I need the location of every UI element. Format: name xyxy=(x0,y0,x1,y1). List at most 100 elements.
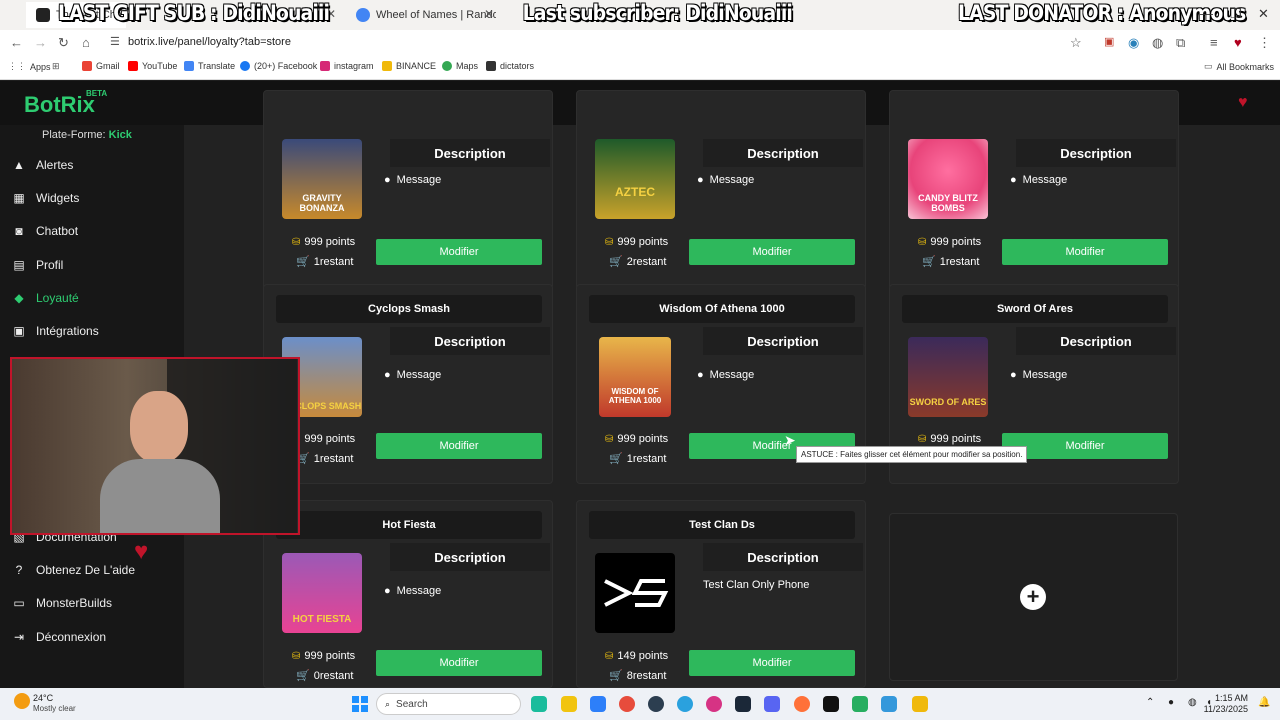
bookmark-translate[interactable]: Translate xyxy=(184,61,235,71)
modifier-button[interactable]: Modifier xyxy=(376,239,542,265)
sidebar-item-loyaute[interactable]: ◆ Loyauté xyxy=(12,291,78,305)
sidebar-item-widgets[interactable]: ▦ Widgets xyxy=(12,191,79,205)
weather-temp[interactable]: 24°C xyxy=(33,693,53,703)
weather-text: Mostly clear xyxy=(33,704,76,713)
reward-card[interactable]: CANDY BLITZ BOMBS Description ● Message ⛁… xyxy=(889,90,1179,290)
sidebar-item-chatbot[interactable]: ◙ Chatbot xyxy=(12,224,78,238)
description-header: Description xyxy=(703,543,863,571)
clock-date[interactable]: 11/23/2025 xyxy=(1198,704,1248,714)
reward-card[interactable]: Test Clan Ds Description Test Clan Only … xyxy=(576,500,866,688)
plug-icon: ▣ xyxy=(13,324,25,338)
close-tab-icon[interactable]: ✕ xyxy=(484,7,494,21)
extension-icon[interactable]: ▣ xyxy=(1104,35,1114,48)
cart-icon: 🛒 xyxy=(296,256,310,268)
reading-list-icon[interactable]: ≡ xyxy=(1210,35,1218,50)
discord-icon[interactable] xyxy=(764,696,780,712)
bookmark-youtube[interactable]: YouTube xyxy=(128,61,177,71)
network-icon[interactable]: ◍ xyxy=(1188,697,1197,708)
apps-grid-icon[interactable]: ⊞ xyxy=(52,61,60,72)
reward-card[interactable]: AZTEC Description ● Message ⛁ 999 points 🛒… xyxy=(576,90,866,290)
description-header: Description xyxy=(1016,139,1176,167)
add-plus-icon[interactable]: + xyxy=(1020,584,1046,610)
reward-title: Wisdom Of Athena 1000 xyxy=(589,295,855,323)
site-info-icon[interactable]: ☰ xyxy=(110,35,120,48)
description-header: Description xyxy=(390,543,550,571)
microphone-icon[interactable]: ● xyxy=(1168,697,1174,708)
sidebar-item-alertes[interactable]: ▲ Alertes xyxy=(12,158,73,172)
message-row: ● Message xyxy=(384,585,442,597)
modifier-button[interactable]: Modifier xyxy=(689,650,855,676)
app-icon[interactable] xyxy=(881,696,897,712)
close-window-icon[interactable]: ✕ xyxy=(1258,6,1269,22)
bookmark-maps[interactable]: Maps xyxy=(442,61,478,71)
description-header: Description xyxy=(1016,327,1176,355)
points-label: ⛁999 points xyxy=(918,433,982,445)
app-icon[interactable] xyxy=(648,696,664,712)
bookmark-facebook[interactable]: (20+) Facebook xyxy=(240,61,317,71)
chat-bubble-icon: ● xyxy=(697,369,704,381)
reward-card[interactable]: Cyclops Smash CYCLOPS SMASH Description … xyxy=(263,284,553,484)
modifier-button[interactable]: Modifier xyxy=(1002,239,1168,265)
bookmark-star-icon[interactable]: ☆ xyxy=(1070,35,1082,51)
sidebar-item-help[interactable]: ? Obtenez De L'aide xyxy=(12,563,135,577)
extension-icon[interactable]: ◉ xyxy=(1128,35,1139,51)
home-icon[interactable]: ⌂ xyxy=(82,35,90,50)
chrome-icon[interactable] xyxy=(619,696,635,712)
modifier-button[interactable]: Modifier xyxy=(376,433,542,459)
profile-avatar-icon[interactable]: ♥ xyxy=(1234,35,1242,50)
binance-icon xyxy=(382,61,392,71)
firefox-icon[interactable] xyxy=(794,696,810,712)
extension-icon[interactable]: ◍ xyxy=(1152,35,1163,51)
botrix-logo[interactable]: BotRix xyxy=(24,92,95,118)
message-row: ● Message xyxy=(1010,174,1068,186)
bookmark-gmail[interactable]: Gmail xyxy=(82,61,120,71)
reward-card[interactable]: Hot Fiesta HOT FIESTA Description ● Messa… xyxy=(263,500,553,688)
message-text: Test Clan Only Phone xyxy=(703,579,810,591)
telegram-icon[interactable] xyxy=(677,696,693,712)
edge-icon[interactable] xyxy=(531,696,547,712)
gem-icon: ◆ xyxy=(14,291,24,305)
clock-time[interactable]: 1:15 AM xyxy=(1208,693,1248,703)
sidebar-item-monsterbuilds[interactable]: ▭ MonsterBuilds xyxy=(12,596,112,610)
app-icon[interactable] xyxy=(706,696,722,712)
windows-start-icon[interactable] xyxy=(352,696,368,712)
app-icon[interactable] xyxy=(823,696,839,712)
sidebar-item-profil[interactable]: ▤ Profil xyxy=(12,258,63,272)
points-label: ⛁999 points xyxy=(292,433,355,445)
all-bookmarks[interactable]: ▭ All Bookmarks xyxy=(1204,61,1274,72)
bookmark-apps[interactable]: ⋮⋮ Apps xyxy=(8,61,51,72)
back-icon[interactable]: ← xyxy=(10,35,23,50)
reload-icon[interactable]: ↻ xyxy=(58,35,69,51)
tab-wheel-of-names[interactable]: Wheel of Names | Random nam xyxy=(346,2,496,28)
remaining-label: 🛒 1restant xyxy=(922,255,980,269)
forward-icon[interactable]: → xyxy=(34,35,47,50)
reward-image: HOT FIESTA xyxy=(282,553,362,633)
sidebar-item-logout[interactable]: ⇥ Déconnexion xyxy=(12,630,106,644)
reward-card[interactable]: GRAVITY BONANZA Description ● Message ⛁ 99… xyxy=(263,90,553,290)
channel-logo-icon[interactable]: ♥ xyxy=(1238,94,1248,112)
maximize-icon[interactable]: ❐ xyxy=(1230,6,1242,22)
bell-icon: ▲ xyxy=(13,158,25,172)
taskbar-search[interactable]: ⌕ Search xyxy=(376,693,521,715)
extensions-puzzle-icon[interactable]: ⧉ xyxy=(1176,35,1185,51)
reward-title: Sword Of Ares xyxy=(902,295,1168,323)
tray-chevron-icon[interactable]: ⌃ xyxy=(1146,697,1154,708)
binance-icon[interactable] xyxy=(912,696,928,712)
bookmark-dictators[interactable]: dictators xyxy=(486,61,534,71)
bookmark-instagram[interactable]: instagram xyxy=(320,61,374,71)
stream-overlay-gift: LAST GIFT SUB : DidiNouaiii xyxy=(58,1,330,25)
modifier-button[interactable]: Modifier xyxy=(689,239,855,265)
sidebar-item-integrations[interactable]: ▣ Intégrations xyxy=(12,324,98,338)
url-field[interactable]: botrix.live/panel/loyalty?tab=store xyxy=(128,36,291,48)
steam-icon[interactable] xyxy=(735,696,751,712)
notification-icon[interactable]: 🔔 xyxy=(1258,697,1270,708)
file-explorer-icon[interactable] xyxy=(561,696,577,712)
minimize-icon[interactable]: — xyxy=(1200,6,1213,21)
bookmark-binance[interactable]: BINANCE xyxy=(382,61,436,71)
wheel-favicon-icon xyxy=(356,8,370,22)
menu-kebab-icon[interactable]: ⋮ xyxy=(1258,35,1271,51)
description-header: Description xyxy=(703,327,863,355)
app-icon[interactable] xyxy=(852,696,868,712)
modifier-button[interactable]: Modifier xyxy=(376,650,542,676)
store-icon[interactable] xyxy=(590,696,606,712)
